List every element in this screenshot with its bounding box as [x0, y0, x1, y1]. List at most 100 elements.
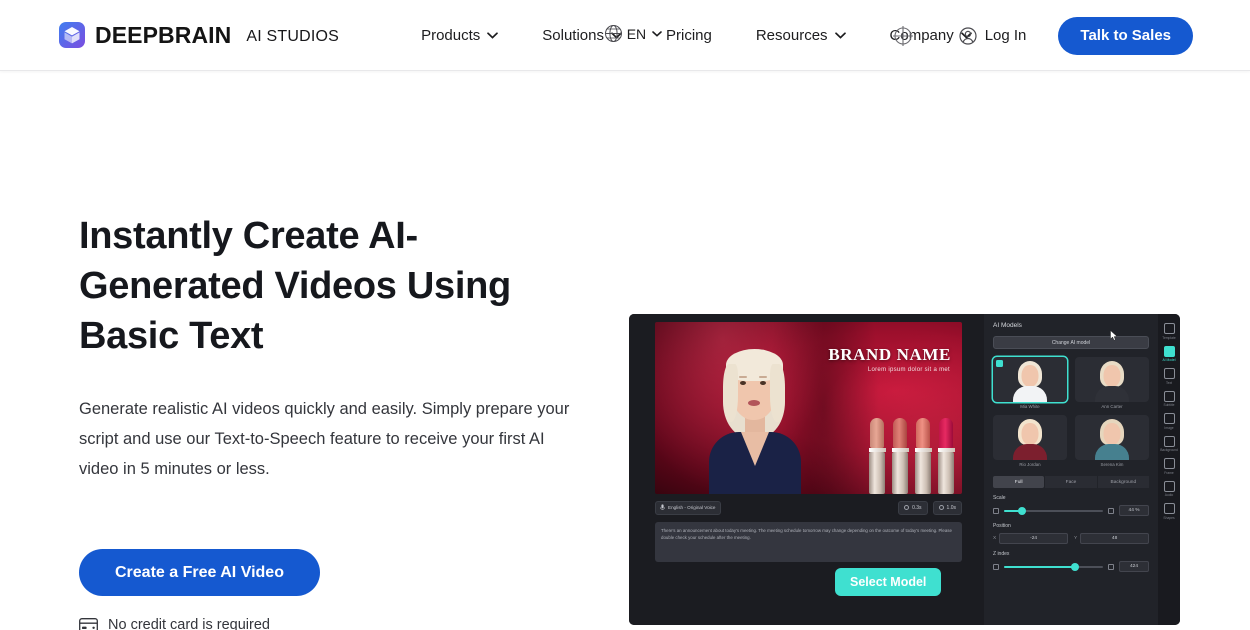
- language-selector[interactable]: EN: [604, 24, 662, 43]
- segment-full[interactable]: Full: [993, 476, 1045, 488]
- clock-icon: [938, 505, 944, 510]
- ai-model-icon: [1163, 345, 1175, 357]
- brand-subname: AI STUDIOS: [246, 27, 340, 45]
- hero-copy: Instantly Create AI-Generated Videos Usi…: [79, 211, 589, 630]
- rail-item-ai-model[interactable]: AI Model: [1158, 344, 1180, 365]
- rail-item-shapes[interactable]: Shapes: [1158, 501, 1180, 522]
- nav-item-products[interactable]: Products: [399, 15, 520, 55]
- background-icon: [1163, 435, 1175, 447]
- rail-item-frame[interactable]: Frame: [1158, 456, 1180, 477]
- user-circle-icon: [959, 26, 977, 45]
- ai-presenter-avatar: [707, 336, 803, 494]
- canvas-brand-title: BRAND NAME: [828, 345, 951, 364]
- login-link[interactable]: Log In: [959, 26, 1027, 45]
- rail-item-image[interactable]: Image: [1158, 411, 1180, 432]
- ai-models-panel: AI Models Change AI model Mia White Ann …: [984, 314, 1158, 625]
- canvas-brand-subtitle: Lorem ipsum dolor sit a met: [867, 367, 950, 373]
- product-screenshot: BRAND NAME Lorem ipsum dolor sit a met E…: [629, 314, 1180, 625]
- scale-control: 44 %: [993, 505, 1149, 516]
- segment-background[interactable]: Background: [1097, 476, 1149, 488]
- select-model-badge[interactable]: Select Model: [835, 568, 942, 596]
- panel-title: AI Models: [993, 322, 1022, 329]
- lock-icon[interactable]: [1108, 507, 1114, 514]
- login-label: Log In: [984, 27, 1027, 44]
- tool-rail: Template AI Model Text Subtitle Image Ba…: [1158, 314, 1180, 625]
- video-canvas[interactable]: BRAND NAME Lorem ipsum dolor sit a met: [655, 322, 962, 494]
- view-mode-segmented-control: Full Face Background: [993, 476, 1149, 488]
- template-icon: [1163, 323, 1175, 334]
- selected-check-icon: [996, 360, 1003, 367]
- audio-icon: [1163, 480, 1175, 492]
- position-y-value[interactable]: 48: [1080, 533, 1149, 544]
- page-title: Instantly Create AI-Generated Videos Usi…: [79, 215, 511, 357]
- z-index-slider-knob[interactable]: [1071, 562, 1080, 571]
- nav-label: Company: [889, 26, 954, 44]
- scale-label: Scale: [993, 495, 1006, 501]
- z-index-value[interactable]: 424: [1119, 561, 1149, 572]
- globe-icon: [604, 25, 622, 42]
- create-free-ai-video-button[interactable]: Create a Free AI Video: [79, 549, 320, 596]
- voice-language-chip[interactable]: English - Original Voice: [655, 500, 721, 515]
- main-navigation: Products Solutions Pricing Resources Com…: [399, 15, 994, 55]
- timing-chip-end[interactable]: 1.0s: [932, 500, 962, 515]
- rail-label: Shapes: [1163, 515, 1175, 520]
- model-card[interactable]: Rio Jordan: [993, 415, 1067, 467]
- clock-icon: [904, 505, 910, 510]
- script-text-area[interactable]: There's an announcement about today's me…: [655, 522, 962, 562]
- z-index-control: 424: [993, 561, 1149, 572]
- timing-chip-group: 0.3s 1.0s: [898, 500, 962, 515]
- chevron-down-icon: [487, 31, 499, 39]
- rail-label: Background: [1160, 448, 1178, 452]
- z-index-label: Z index: [993, 551, 1010, 557]
- segment-face[interactable]: Face: [1045, 476, 1097, 488]
- no-credit-card-note: No credit card is required: [79, 617, 589, 630]
- lock-icon[interactable]: [1108, 563, 1114, 570]
- nav-label: Solutions: [542, 26, 604, 44]
- talk-to-sales-button[interactable]: Talk to Sales: [1058, 16, 1193, 55]
- nav-label: Pricing: [665, 26, 712, 44]
- model-name: Mia White: [1020, 404, 1040, 409]
- model-name: Serena Kim: [1100, 462, 1124, 467]
- rail-item-audio[interactable]: Audio: [1158, 479, 1180, 500]
- model-name: Rio Jordan: [1019, 462, 1041, 467]
- model-card[interactable]: Ann Carter: [1075, 357, 1149, 409]
- rail-label: Frame: [1164, 470, 1174, 475]
- rail-item-template[interactable]: Template: [1158, 321, 1180, 342]
- rail-item-background[interactable]: Background: [1158, 434, 1180, 455]
- rail-label: Text: [1165, 380, 1173, 385]
- rail-label: Image: [1164, 425, 1174, 430]
- hero-subcopy: Generate realistic AI videos quickly and…: [79, 400, 570, 478]
- no-credit-card-label: No credit card is required: [108, 617, 270, 630]
- rail-label: AI Model: [1162, 358, 1176, 362]
- chevron-down-icon: [834, 31, 846, 39]
- rail-item-subtitle[interactable]: Subtitle: [1158, 389, 1180, 410]
- voice-chip-label: English - Original Voice: [668, 505, 716, 510]
- shapes-icon: [1163, 503, 1175, 514]
- scale-value[interactable]: 44 %: [1119, 505, 1149, 516]
- position-y-axis-label: Y: [1074, 536, 1078, 541]
- editor-main-area: BRAND NAME Lorem ipsum dolor sit a met E…: [629, 314, 984, 625]
- position-x-value[interactable]: -24: [999, 533, 1068, 544]
- lipstick-product-images: [867, 418, 956, 494]
- brand-logo[interactable]: DEEPBRAIN AI STUDIOS: [59, 22, 339, 49]
- model-card[interactable]: Mia White: [993, 357, 1067, 409]
- cube-logo-icon: [59, 22, 85, 48]
- site-header: DEEPBRAIN AI STUDIOS Products Solutions …: [0, 0, 1250, 71]
- frame-icon: [1163, 458, 1175, 469]
- rail-label: Template: [1162, 335, 1176, 340]
- hero-section: Instantly Create AI-Generated Videos Usi…: [0, 71, 1250, 630]
- scale-slider[interactable]: [1004, 506, 1103, 515]
- header-actions: EN Log In Talk to Sales: [604, 0, 1250, 71]
- position-x-axis-label: X: [993, 536, 997, 541]
- nav-item-resources[interactable]: Resources: [734, 15, 868, 55]
- scale-slider-knob[interactable]: [1017, 506, 1026, 515]
- rail-item-text[interactable]: Text: [1158, 366, 1180, 387]
- z-index-slider[interactable]: [1004, 562, 1103, 571]
- position-control: X -24 Y 48: [993, 533, 1149, 544]
- timing-chip-start[interactable]: 0.3s: [898, 500, 928, 515]
- text-icon: [1163, 368, 1175, 379]
- model-card[interactable]: Serena Kim: [1075, 415, 1149, 467]
- image-icon: [1163, 413, 1175, 424]
- change-ai-model-button[interactable]: Change AI model: [993, 336, 1149, 349]
- model-name: Ann Carter: [1101, 404, 1123, 409]
